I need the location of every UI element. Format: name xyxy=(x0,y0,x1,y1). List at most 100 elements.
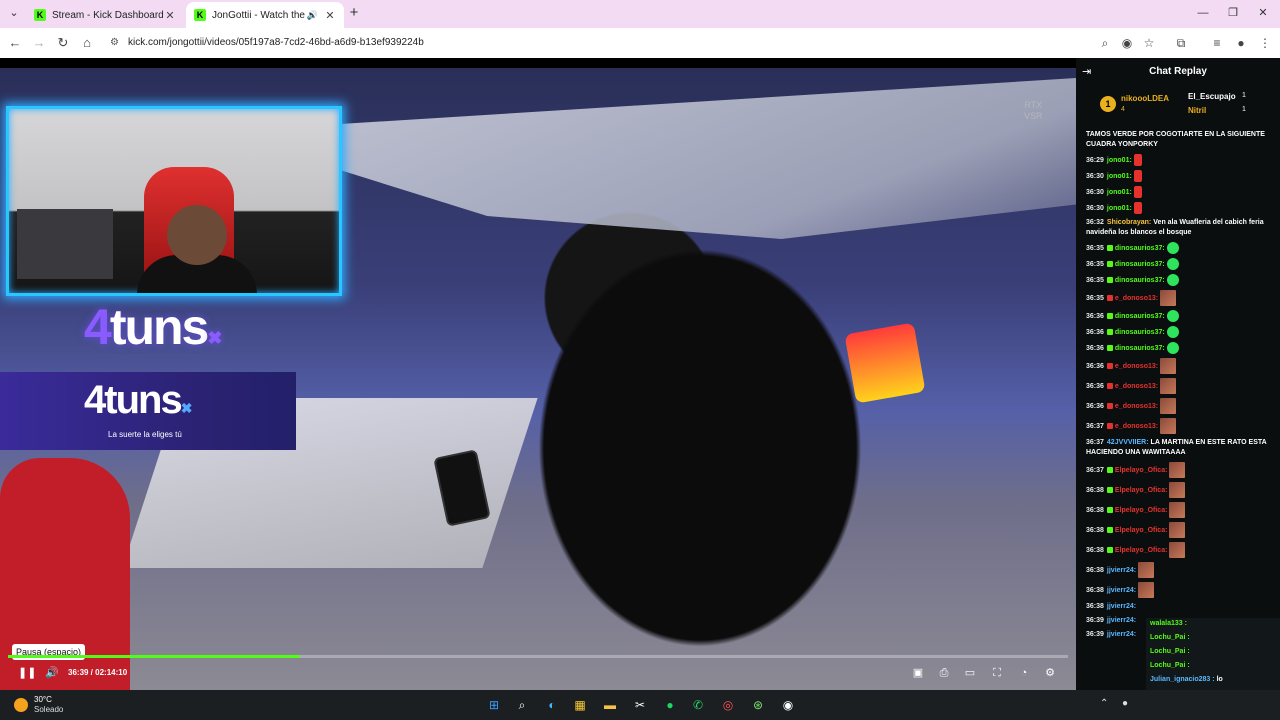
message-username[interactable]: jono01: xyxy=(1107,189,1132,196)
close-tab-icon[interactable]: ✕ xyxy=(164,9,176,22)
xbox-icon[interactable]: ⊛ xyxy=(748,695,768,715)
message-timestamp: 36:36 xyxy=(1086,362,1104,370)
start-icon[interactable]: ⊞ xyxy=(484,695,504,715)
message-timestamp: 36:39 xyxy=(1086,617,1104,624)
message-username[interactable]: jono01: xyxy=(1107,173,1132,180)
message-username[interactable]: dinosaurios37: xyxy=(1115,329,1165,336)
message-username[interactable]: Elpelayo_Ofica: xyxy=(1115,547,1168,554)
message-username[interactable]: dinosaurios37: xyxy=(1115,261,1165,268)
overlay-username[interactable]: Lochu_Pai : xyxy=(1150,648,1190,655)
tray-chevron-icon[interactable]: ⌃ xyxy=(1100,698,1108,709)
message-timestamp: 36:35 xyxy=(1086,276,1104,284)
zoom-icon[interactable]: ⌕ xyxy=(1096,34,1114,52)
minimize-icon[interactable]: — xyxy=(1188,4,1218,22)
weather-sun-icon[interactable] xyxy=(14,698,28,712)
message-username[interactable]: e_donoso13: xyxy=(1115,363,1158,370)
message-username[interactable]: jjvierr24: xyxy=(1107,617,1136,624)
home-icon[interactable]: ⌂ xyxy=(78,34,96,52)
message-username[interactable]: Elpelayo_Ofica: xyxy=(1115,527,1168,534)
settings-gear-icon[interactable]: ⚙ xyxy=(1042,665,1058,681)
eye-off-icon[interactable]: ◉ xyxy=(1118,34,1136,52)
profile-avatar[interactable]: ● xyxy=(1232,34,1250,52)
pause-button[interactable]: ❚❚ xyxy=(18,665,36,681)
video-player[interactable]: 4tuns✖ 4tuns✖ La suerte la eliges tú RTX… xyxy=(0,58,1076,690)
spotify-icon[interactable]: ● xyxy=(660,695,680,715)
emote-icon xyxy=(1166,274,1179,286)
leaderboard-third-name[interactable]: Nitril xyxy=(1188,106,1206,115)
bookmark-star-icon[interactable]: ☆ xyxy=(1140,34,1158,52)
message-username[interactable]: dinosaurios37: xyxy=(1115,313,1165,320)
webcam-overlay xyxy=(6,106,342,296)
restore-icon[interactable]: ❐ xyxy=(1218,4,1248,22)
message-username[interactable]: e_donoso13: xyxy=(1115,423,1158,430)
reload-icon[interactable]: ↻ xyxy=(54,34,72,52)
theater-mode-icon[interactable]: ▭ xyxy=(962,665,978,681)
message-username[interactable]: jjvierr24: xyxy=(1107,603,1136,610)
leaderboard-first-name[interactable]: nikoooLDEA xyxy=(1121,94,1169,103)
snipping-tool-icon[interactable]: ✂ xyxy=(630,695,650,715)
message-username[interactable]: jjvierr24: xyxy=(1107,587,1136,594)
whatsapp-icon[interactable]: ✆ xyxy=(688,695,708,715)
message-username[interactable]: e_donoso13: xyxy=(1115,295,1158,302)
speaker-icon[interactable]: 🔊 xyxy=(307,10,318,21)
back-icon[interactable]: ← xyxy=(6,34,24,52)
chat-message-list: TAMOS VERDE POR COGOTIARTE EN LA SIGUIEN… xyxy=(1086,130,1272,644)
message-username[interactable]: e_donoso13: xyxy=(1115,403,1158,410)
tab-search-chevron-icon[interactable]: ⌄ xyxy=(6,5,22,21)
store-icon[interactable]: ▦ xyxy=(570,695,590,715)
desk xyxy=(17,209,113,279)
kick-icon: K xyxy=(34,9,46,21)
message-username[interactable]: dinosaurios37: xyxy=(1115,277,1165,284)
message-username[interactable]: jono01: xyxy=(1107,157,1132,164)
emote-icon xyxy=(1133,154,1142,166)
message-timestamp: 36:37 xyxy=(1086,466,1104,474)
rtx-badge: RTX VSR xyxy=(1024,100,1043,122)
extensions-icon[interactable]: ⧉ xyxy=(1172,34,1190,52)
forward-icon[interactable]: → xyxy=(30,34,48,52)
chrome-icon[interactable]: ◎ xyxy=(718,695,738,715)
address-bar[interactable]: ⚙ kick.com/jongottii/videos/05f197a8-7cd… xyxy=(104,32,1164,54)
close-tab-icon[interactable]: ✕ xyxy=(324,9,336,22)
overlay-username[interactable]: walala133 : xyxy=(1150,620,1187,627)
message-username[interactable]: Shicobrayan: xyxy=(1107,219,1151,226)
message-username[interactable]: Elpelayo_Ofica: xyxy=(1115,467,1168,474)
chat-message: 36:35 dinosaurios37: xyxy=(1086,258,1272,270)
tab-jongottii-vod[interactable]: K JonGottii - Watch the VOD 🔊 ✕ xyxy=(186,2,344,28)
volume-icon[interactable]: 🔊 xyxy=(44,665,60,681)
chat-popup-overlay: walala133 : Lochu_Pai : Lochu_Pai : Lochu_P… xyxy=(1146,618,1280,690)
new-tab-button[interactable]: + xyxy=(346,5,362,21)
emote-icon xyxy=(1160,358,1177,374)
edge-icon[interactable]: ◐ xyxy=(542,695,562,715)
file-explorer-icon[interactable]: ▬ xyxy=(600,695,620,715)
message-username[interactable]: jjvierr24: xyxy=(1107,631,1136,638)
message-username[interactable]: dinosaurios37: xyxy=(1115,345,1165,352)
overlay-username[interactable]: Lochu_Pai : xyxy=(1150,662,1190,669)
menu-icon[interactable]: ⋮ xyxy=(1256,34,1274,52)
overlay-username[interactable]: Julian_ignacio283 : xyxy=(1150,676,1215,683)
site-info-icon[interactable]: ⚙ xyxy=(110,32,119,54)
cast-icon[interactable]: ⎙ xyxy=(936,665,952,681)
pip-icon[interactable]: ▣ xyxy=(910,665,926,681)
speed-icon[interactable]: ◔ xyxy=(1016,665,1032,681)
message-username[interactable]: Elpelayo_Ofica: xyxy=(1115,487,1168,494)
subscriber-badge-icon xyxy=(1106,313,1113,319)
seek-bar[interactable] xyxy=(8,655,1068,658)
message-username[interactable]: e_donoso13: xyxy=(1115,383,1158,390)
tab-kick-dashboard[interactable]: K Stream - Kick Dashboard ✕ xyxy=(26,2,184,28)
message-username[interactable]: 42JVVVIIER: xyxy=(1107,439,1149,446)
overlay-username[interactable]: Lochu_Pai : xyxy=(1150,634,1190,641)
close-window-icon[interactable]: ✕ xyxy=(1248,4,1278,22)
message-username[interactable]: Elpelayo_Ofica: xyxy=(1115,507,1168,514)
message-username[interactable]: jjvierr24: xyxy=(1107,567,1136,574)
microphone-icon[interactable]: ● xyxy=(1122,698,1128,709)
search-icon[interactable]: ⌕ xyxy=(512,695,532,715)
obs-icon[interactable]: ◉ xyxy=(778,695,798,715)
chat-message: 36:38 jjvierr24: xyxy=(1086,582,1272,598)
message-username[interactable]: dinosaurios37: xyxy=(1115,245,1165,252)
leaderboard-second-name[interactable]: El_Escupajo xyxy=(1188,92,1236,101)
message-username[interactable]: jono01: xyxy=(1107,205,1132,212)
media-controls-icon[interactable]: ≡ xyxy=(1208,34,1226,52)
weather-temp: 30°C xyxy=(34,695,52,704)
fullscreen-icon[interactable]: ⛶ xyxy=(989,665,1005,681)
chat-message: 36:38 Elpelayo_Ofica: xyxy=(1086,542,1272,558)
